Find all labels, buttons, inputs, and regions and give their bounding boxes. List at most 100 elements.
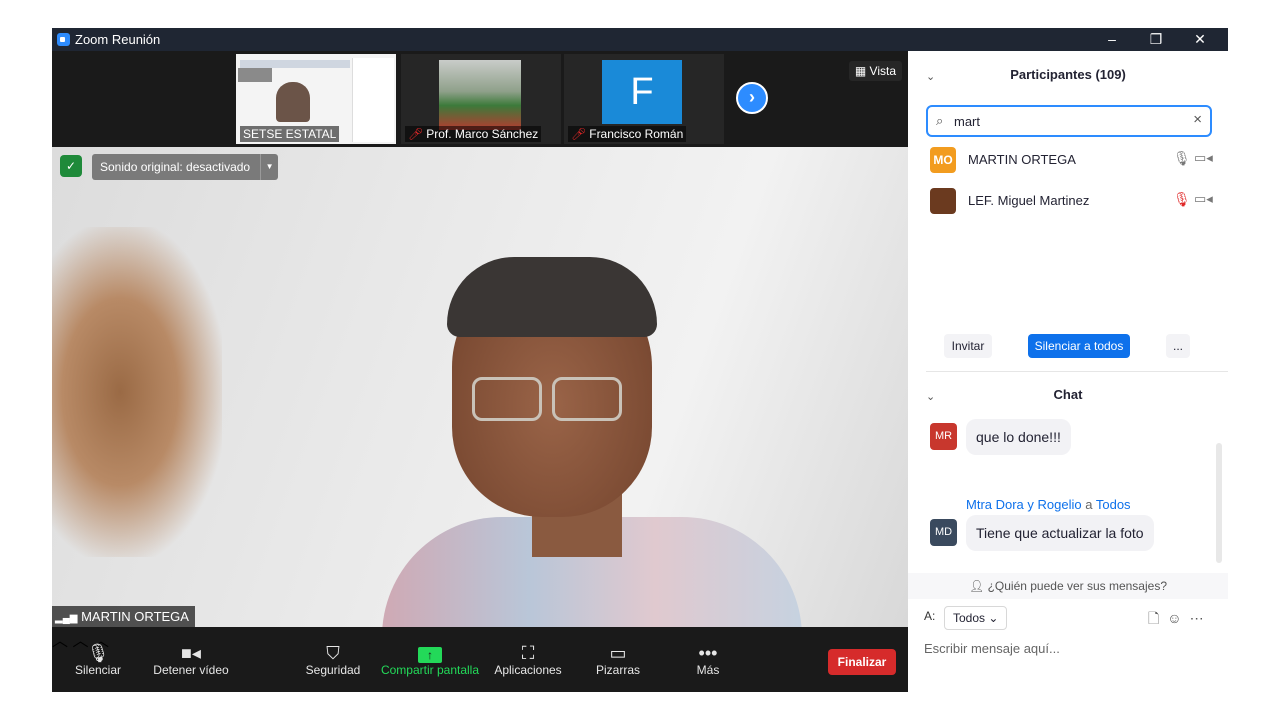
view-button[interactable]: ▦ Vista [848, 61, 902, 81]
whiteboards-label: Pizarras [595, 663, 640, 677]
audio-options-caret-icon[interactable]: ︿ [52, 633, 68, 650]
hair [447, 257, 657, 337]
security-label: Seguridad [305, 663, 361, 677]
participants-header: Participantes (109) [1010, 67, 1126, 82]
video-camera-icon[interactable]: ▭◂ [1194, 191, 1213, 207]
thumbnail-name: 🎤︎ Prof. Marco Sánchez [405, 126, 542, 142]
grid-icon: ▦ [854, 64, 870, 78]
video-camera-icon[interactable]: ▭◂ [1194, 150, 1213, 166]
chat-input[interactable]: Escribir mensaje aquí... [924, 641, 1060, 656]
apps-button[interactable]: ⛶ Aplicaciones [492, 627, 564, 692]
thumbnail-name: SETSE ESTATAL [240, 126, 340, 142]
mic-muted-icon: 🎤︎ [571, 127, 587, 141]
share-screen-button[interactable]: ↑ Compartir pantalla [378, 627, 482, 692]
participant-thumbnail[interactable]: 🎤︎ Prof. Marco Sánchez [401, 54, 561, 144]
mute-button[interactable]: 🎙︎ Silenciar [70, 627, 126, 692]
original-sound-label: Sonido original: desactivado [100, 160, 251, 174]
thumbnail-name-text: Prof. Marco Sánchez [426, 127, 539, 141]
stop-video-button[interactable]: ■◂ Detener vídeo [148, 627, 234, 692]
apps-label: Aplicaciones [494, 663, 562, 677]
apps-icon: ⛶ [521, 643, 535, 663]
mute-label: Silenciar [74, 663, 122, 677]
avatar: MR [930, 423, 957, 450]
chevron-down-icon[interactable]: ▼ [260, 154, 278, 180]
close-window-button[interactable]: ✕ [1178, 29, 1222, 50]
share-screen-label: Compartir pantalla [380, 663, 480, 677]
chat-scrollbar[interactable] [1216, 443, 1222, 563]
hand-blur [52, 227, 222, 557]
recipient-select[interactable]: Todos ⌄ [944, 606, 1008, 630]
chat-message: Tiene que actualizar la foto [966, 515, 1154, 551]
invite-button[interactable]: Invitar [944, 334, 992, 358]
thumbnail-name: 🎤︎ Francisco Román [568, 126, 687, 142]
stop-video-label: Detener vídeo [153, 663, 229, 677]
mic-muted-icon: 🎤︎ [408, 127, 424, 141]
participant-search: ⌕ × [926, 105, 1212, 137]
chat-message: que lo done!!! [966, 419, 1071, 455]
video-camera-icon: ■◂ [181, 643, 201, 663]
signal-bars-icon: ▂▄▆ [55, 613, 78, 624]
visibility-label: ¿Quién puede ver sus mensajes? [987, 579, 1167, 593]
glasses-left [472, 377, 542, 421]
chevron-down-icon: ⌄ [988, 611, 999, 625]
chat-actions: 🗋︎☺⋯ [1148, 608, 1212, 632]
more-label: Más [696, 663, 720, 677]
mic-muted-icon[interactable]: 🎙︎ [1173, 191, 1191, 208]
zoom-window: Zoom Reunión – ❐ ✕ SETSE ESTATAL 🎤︎ Prof.… [52, 28, 1228, 692]
divider [926, 371, 1228, 372]
whiteboards-button[interactable]: ▭ Pizarras [590, 627, 646, 692]
minimize-button[interactable]: – [1090, 29, 1134, 50]
participant-photo [439, 60, 521, 130]
sender-to-word: a [1085, 497, 1093, 512]
restore-button[interactable]: ❐ [1134, 29, 1178, 50]
participant-thumbnail[interactable]: F 🎤︎ Francisco Román [564, 54, 724, 144]
thumbnail-name-text: Francisco Román [589, 127, 684, 141]
speaker-name-tag: ▂▄▆ MARTIN ORTEGA [52, 606, 195, 627]
emoji-icon[interactable]: ☺ [1167, 610, 1189, 626]
participant-name: MARTIN ORTEGA [968, 152, 1076, 167]
meeting-stage: SETSE ESTATAL 🎤︎ Prof. Marco Sánchez F 🎤︎… [52, 51, 908, 692]
recipient-value: Todos [953, 611, 986, 625]
sender-name[interactable]: Mtra Dora y Rogelio [966, 497, 1082, 512]
mute-all-button[interactable]: Silenciar a todos [1028, 334, 1130, 358]
message-visibility-link[interactable]: 👤︎ ¿Quién puede ver sus mensajes? [908, 573, 1228, 599]
more-icon[interactable]: ⋯ [1190, 610, 1212, 626]
title-bar: Zoom Reunión – ❐ ✕ [52, 28, 1228, 51]
glasses-right [552, 377, 622, 421]
microphone-icon[interactable]: 🎙︎ [1173, 150, 1191, 167]
person-icon: 👤︎ [968, 579, 988, 593]
window-title: Zoom Reunión [75, 32, 161, 47]
file-icon[interactable]: 🗋︎ [1148, 610, 1167, 626]
participant-row[interactable]: LEF. Miguel Martinez 🎙︎ ▭◂ [928, 185, 1218, 215]
next-page-button[interactable]: › [736, 82, 768, 114]
whiteboard-icon: ▭ [609, 643, 627, 663]
thumbnail-strip: SETSE ESTATAL 🎤︎ Prof. Marco Sánchez F 🎤︎… [52, 51, 908, 147]
security-button[interactable]: ⛉ Seguridad [302, 627, 364, 692]
share-screen-icon: ↑ [378, 627, 482, 663]
more-dots-icon: ••• [698, 643, 718, 663]
microphone-icon: 🎙︎ [86, 643, 110, 663]
chat-sender: Mtra Dora y Rogelio a Todos [966, 497, 1131, 512]
initial-avatar: F [602, 60, 682, 124]
end-meeting-button[interactable]: Finalizar [828, 649, 896, 675]
participants-more-button[interactable]: ... [1166, 334, 1190, 358]
recipient-name[interactable]: Todos [1096, 497, 1131, 512]
participant-thumbnail[interactable]: SETSE ESTATAL [236, 54, 396, 144]
participant-row[interactable]: MO MARTIN ORTEGA 🎙︎ ▭◂ [928, 144, 1218, 174]
to-label: A: [924, 609, 936, 623]
speaker-name: MARTIN ORTEGA [81, 609, 189, 624]
zoom-app-icon [57, 33, 70, 46]
avatar: MO [930, 147, 956, 173]
participant-search-input[interactable] [954, 112, 1184, 130]
avatar: MD [930, 519, 957, 546]
side-panel: ⌄ Participantes (109) ⌕ × MO MARTIN ORTE… [908, 51, 1228, 692]
view-label: Vista [869, 64, 896, 78]
clear-search-icon[interactable]: × [1193, 111, 1202, 128]
more-button[interactable]: ••• Más [684, 627, 732, 692]
search-icon: ⌕ [936, 113, 944, 128]
participant-name: LEF. Miguel Martinez [968, 193, 1090, 208]
shield-icon: ⛉ [326, 643, 340, 663]
avatar [930, 188, 956, 214]
original-sound-banner[interactable]: Sonido original: desactivado ▼ [92, 154, 279, 180]
encryption-shield-icon[interactable]: ✓ [60, 155, 82, 177]
